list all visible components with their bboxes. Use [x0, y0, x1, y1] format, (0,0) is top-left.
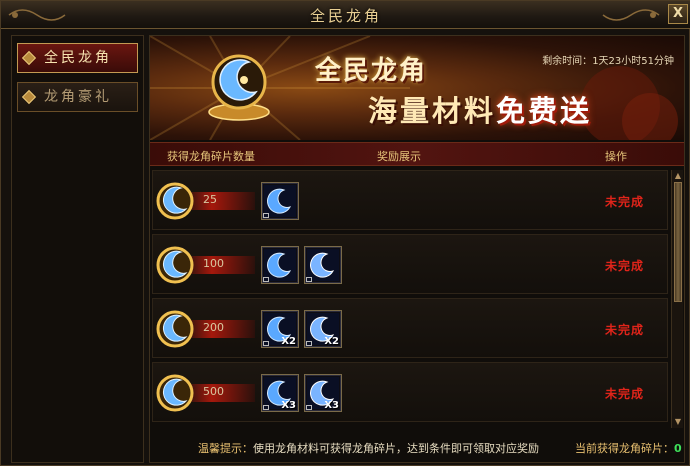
countdown-timer: 剩余时间：1天23小时51分钟	[542, 52, 674, 67]
header-count: 获得龙角碎片数量	[167, 150, 255, 163]
diamond-icon	[21, 89, 37, 105]
tip-label: 温馨提示：	[198, 442, 253, 455]
event-window: 全民龙角 X 全民龙角 龙角豪礼 全民龙角 海量材料免费送 剩余时间：1天23小…	[0, 0, 690, 466]
fragment-count: 200	[203, 321, 224, 334]
status-badge: 未完成	[605, 323, 645, 337]
table-header: 获得龙角碎片数量 奖励展示 操作	[150, 142, 684, 166]
bound-icon	[306, 405, 312, 410]
table-row: 25 未完成	[152, 170, 668, 230]
crescent-horn-icon	[156, 374, 194, 412]
reward-item[interactable]: X2	[261, 310, 299, 348]
list-scrollbar[interactable]: ▲ ▼	[671, 170, 683, 428]
reward-item[interactable]	[261, 246, 299, 284]
close-button[interactable]: X	[668, 4, 688, 24]
footer: 温馨提示：使用龙角材料可获得龙角碎片，达到条件即可领取对应奖励 当前获得龙角碎片…	[150, 432, 684, 462]
bound-icon	[306, 341, 312, 346]
scroll-up-icon[interactable]: ▲	[673, 171, 683, 181]
fragment-count: 100	[203, 257, 224, 270]
window-title: 全民龙角	[309, 7, 382, 25]
tip-text: 温馨提示：使用龙角材料可获得龙角碎片，达到条件即可领取对应奖励	[198, 440, 539, 456]
title-bar: 全民龙角 X	[1, 1, 690, 29]
timer-label: 剩余时间：	[542, 56, 593, 67]
item-quantity: X3	[281, 400, 296, 411]
reward-item[interactable]	[261, 182, 299, 220]
status-badge: 未完成	[605, 195, 645, 209]
sidebar-tab-label: 龙角豪礼	[44, 89, 112, 105]
ornament-right-icon	[602, 9, 660, 21]
header-reward: 奖励展示	[377, 150, 421, 163]
sidebar-tab-gift[interactable]: 龙角豪礼	[17, 82, 138, 112]
reward-item[interactable]: X3	[304, 374, 342, 412]
reward-item[interactable]	[304, 246, 342, 284]
bound-icon	[306, 277, 312, 282]
table-row: 200 X2 X2 未完成	[152, 298, 668, 358]
scroll-down-icon[interactable]: ▼	[673, 417, 683, 427]
bound-icon	[263, 213, 269, 218]
banner-title: 全民龙角	[315, 56, 428, 86]
fragment-count: 500	[203, 385, 224, 398]
crescent-horn-icon	[156, 182, 194, 220]
bound-icon	[263, 405, 269, 410]
timer-value: 1天23小时51分钟	[592, 56, 674, 67]
bound-icon	[263, 341, 269, 346]
status-badge: 未完成	[605, 259, 645, 273]
bound-icon	[263, 277, 269, 282]
diamond-icon	[21, 50, 37, 66]
header-action: 操作	[605, 150, 627, 163]
reward-item[interactable]: X3	[261, 374, 299, 412]
current-label: 当前获得龙角碎片：	[575, 442, 674, 455]
crescent-horn-icon	[156, 246, 194, 284]
table-row: 500 X3 X3 未完成	[152, 362, 668, 422]
fragment-count: 25	[203, 193, 217, 206]
sidebar-tab-label: 全民龙角	[44, 50, 112, 66]
item-quantity: X2	[281, 336, 296, 347]
current-value: 0	[674, 442, 682, 455]
item-quantity: X3	[324, 400, 339, 411]
crescent-horn-icon	[156, 310, 194, 348]
current-fragments: 当前获得龙角碎片：0	[575, 440, 682, 456]
sidebar-tab-dragon-horn[interactable]: 全民龙角	[17, 43, 138, 73]
status-badge: 未完成	[605, 387, 645, 401]
item-quantity: X2	[324, 336, 339, 347]
table-row: 100 未完成	[152, 234, 668, 294]
crescent-horn-icon	[208, 54, 270, 121]
banner-subtitle: 海量材料免费送	[368, 88, 592, 130]
reward-list: 25 未完成 100 未完成 200 X2 X2 未完成 500 X3 X3 未…	[150, 170, 670, 428]
tip-body: 使用龙角材料可获得龙角碎片，达到条件即可领取对应奖励	[253, 442, 539, 455]
banner-subtitle-plain: 海量材料	[368, 94, 497, 128]
reward-item[interactable]: X2	[304, 310, 342, 348]
event-banner: 全民龙角 海量材料免费送 剩余时间：1天23小时51分钟	[150, 36, 684, 140]
sidebar: 全民龙角 龙角豪礼	[11, 35, 144, 463]
main-panel: 全民龙角 海量材料免费送 剩余时间：1天23小时51分钟 获得龙角碎片数量 奖励…	[149, 35, 685, 463]
banner-subtitle-hot: 免费送	[496, 94, 593, 128]
scroll-thumb[interactable]	[674, 182, 682, 302]
